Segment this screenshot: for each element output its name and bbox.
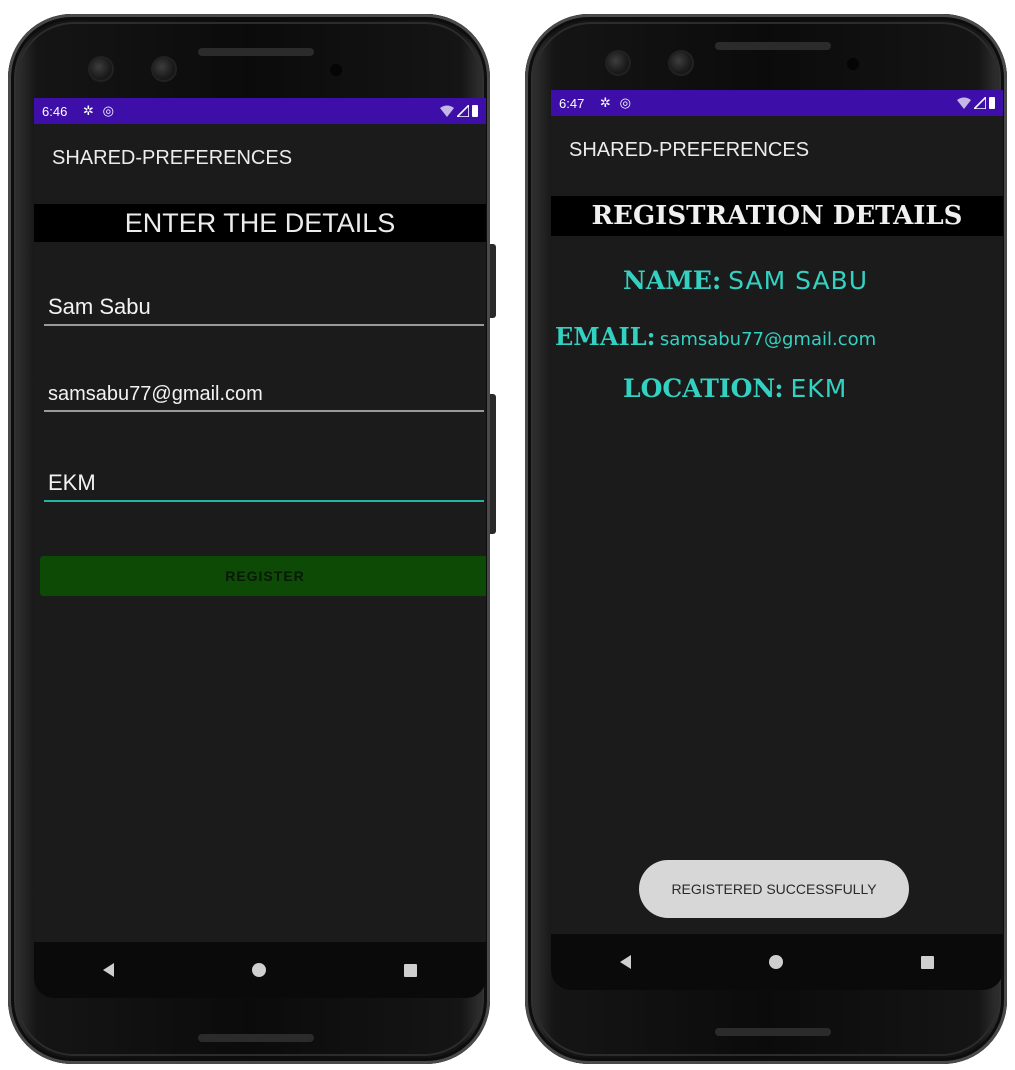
proximity-sensor: [847, 58, 859, 70]
phone-frame-left: 6:46 ✲ ◎ SHARED-PREFERENCES ENTER THE DE…: [8, 14, 496, 1064]
wifi-icon: [440, 105, 454, 117]
signal-icon: [974, 97, 986, 109]
email-label: EMAIL:: [555, 322, 656, 351]
email-value: samsabu77@gmail.com: [659, 329, 877, 350]
success-toast: REGISTERED SUCCESSFULLY: [639, 860, 909, 918]
app-title: SHARED-PREFERENCES: [569, 138, 810, 161]
status-time: 6:46: [42, 103, 68, 119]
data-saver-icon: ◎: [102, 103, 114, 118]
battery-icon: [989, 97, 995, 109]
gear-icon: ✲: [599, 95, 611, 110]
home-icon[interactable]: [769, 955, 783, 969]
status-bar: 6:46 ✲ ◎: [34, 98, 486, 124]
bottom-speaker: [198, 1034, 314, 1042]
data-saver-icon: ◎: [619, 95, 631, 110]
registration-details-heading: REGISTRATION DETAILS: [551, 196, 1003, 236]
navigation-bar: [551, 934, 1003, 990]
front-camera: [607, 52, 629, 74]
front-camera-secondary: [670, 52, 692, 74]
battery-icon: [472, 105, 478, 117]
back-icon[interactable]: [620, 955, 631, 969]
app-title: SHARED-PREFERENCES: [52, 146, 293, 169]
location-label: LOCATION:: [623, 374, 784, 403]
status-indicators: [440, 105, 478, 117]
register-screen: 6:46 ✲ ◎ SHARED-PREFERENCES ENTER THE DE…: [34, 98, 486, 998]
volume-button: [490, 394, 496, 534]
registration-details-screen: 6:47 ✲ ◎ SHARED-PREFERENCES REGISTRATION…: [551, 90, 1003, 990]
email-detail: EMAIL: samsabu77@gmail.com: [555, 322, 876, 351]
name-value: SAM SABU: [728, 266, 869, 295]
location-field[interactable]: EKM: [44, 470, 484, 502]
earpiece-speaker: [198, 48, 314, 56]
phone-frame-right: 6:47 ✲ ◎ SHARED-PREFERENCES REGISTRATION…: [525, 14, 1007, 1064]
email-field[interactable]: samsabu77@gmail.com: [44, 383, 484, 412]
wifi-icon: [957, 97, 971, 109]
front-camera-secondary: [153, 58, 175, 80]
status-indicators: [957, 97, 995, 109]
bottom-speaker: [715, 1028, 831, 1036]
gear-icon: ✲: [82, 103, 94, 118]
signal-icon: [457, 105, 469, 117]
proximity-sensor: [330, 64, 342, 76]
recents-icon[interactable]: [921, 955, 934, 969]
power-button: [490, 244, 496, 318]
status-time: 6:47: [559, 95, 585, 111]
register-button[interactable]: REGISTER: [40, 556, 486, 596]
back-icon[interactable]: [103, 963, 114, 977]
home-icon[interactable]: [252, 963, 266, 977]
navigation-bar: [34, 942, 486, 998]
recents-icon[interactable]: [404, 963, 417, 977]
enter-details-heading: ENTER THE DETAILS: [34, 204, 486, 242]
location-value: EKM: [790, 374, 848, 403]
name-label: NAME:: [623, 266, 722, 295]
front-camera: [90, 58, 112, 80]
name-field[interactable]: Sam Sabu: [44, 294, 484, 326]
location-detail: LOCATION: EKM: [623, 374, 847, 404]
earpiece-speaker: [715, 42, 831, 50]
name-detail: NAME: SAM SABU: [623, 266, 868, 296]
status-bar: 6:47 ✲ ◎: [551, 90, 1003, 116]
